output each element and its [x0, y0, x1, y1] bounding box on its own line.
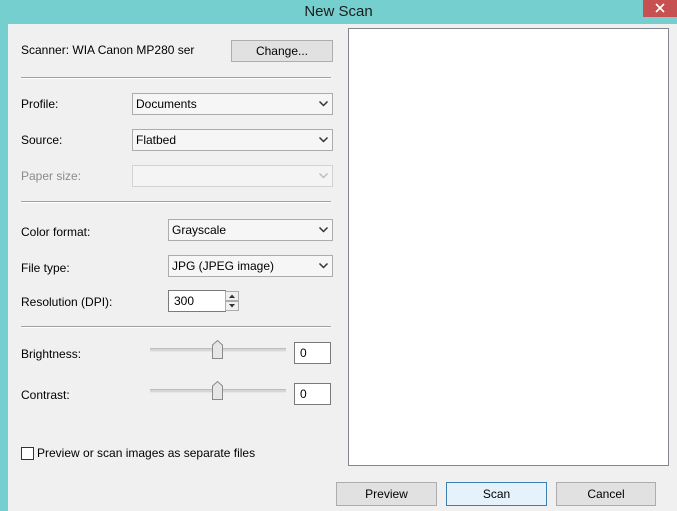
spin-up-icon [229, 294, 235, 298]
brightness-label: Brightness: [21, 347, 82, 361]
profile-dropdown[interactable]: Documents [132, 93, 333, 115]
resolution-spin-down-button[interactable] [225, 301, 239, 311]
resolution-label: Resolution (DPI): [21, 295, 113, 309]
resolution-input[interactable]: 300 [168, 290, 226, 312]
chevron-down-icon [318, 136, 329, 143]
brightness-value: 0 [300, 346, 307, 360]
separate-files-label[interactable]: Preview or scan images as separate files [37, 446, 255, 460]
file-type-value: JPG (JPEG image) [172, 259, 275, 273]
close-icon [655, 3, 665, 13]
slider-thumb-icon[interactable] [212, 381, 223, 400]
source-dropdown[interactable]: Flatbed [132, 129, 333, 151]
paper-size-dropdown [132, 165, 333, 187]
title-bar[interactable]: New Scan [0, 0, 677, 24]
chevron-down-icon [318, 262, 329, 269]
close-button[interactable] [643, 0, 677, 17]
source-label: Source: [21, 133, 63, 147]
resolution-spin-up-button[interactable] [225, 291, 239, 301]
divider [21, 326, 331, 328]
profile-value: Documents [136, 97, 197, 111]
cancel-button[interactable]: Cancel [556, 482, 656, 506]
color-format-value: Grayscale [172, 223, 227, 237]
scan-button[interactable]: Scan [446, 482, 547, 506]
scanner-label: Scanner: WIA Canon MP280 ser [21, 43, 195, 57]
color-format-dropdown[interactable]: Grayscale [168, 219, 333, 241]
brightness-input[interactable]: 0 [294, 342, 331, 364]
file-type-dropdown[interactable]: JPG (JPEG image) [168, 255, 333, 277]
divider [21, 201, 331, 203]
contrast-value: 0 [300, 387, 307, 401]
preview-button[interactable]: Preview [336, 482, 437, 506]
chevron-down-icon [318, 226, 329, 233]
dialog-client-area: Scanner: WIA Canon MP280 ser Change... P… [8, 24, 677, 511]
paper-size-label: Paper size: [21, 169, 82, 183]
scan-preview-pane [348, 28, 669, 466]
new-scan-window: New Scan Scanner: WIA Canon MP280 ser Ch… [0, 0, 677, 511]
separate-files-checkbox[interactable] [21, 447, 34, 460]
slider-thumb-icon[interactable] [212, 340, 223, 359]
chevron-down-icon [318, 172, 329, 179]
spin-down-icon [229, 304, 235, 308]
divider [21, 77, 331, 79]
contrast-label: Contrast: [21, 388, 70, 402]
file-type-label: File type: [21, 261, 70, 275]
chevron-down-icon [318, 100, 329, 107]
contrast-input[interactable]: 0 [294, 383, 331, 405]
profile-label: Profile: [21, 97, 59, 111]
window-title: New Scan [304, 3, 373, 20]
source-value: Flatbed [136, 133, 177, 147]
resolution-value: 300 [174, 294, 195, 308]
color-format-label: Color format: [21, 225, 91, 239]
change-scanner-button[interactable]: Change... [231, 40, 333, 62]
